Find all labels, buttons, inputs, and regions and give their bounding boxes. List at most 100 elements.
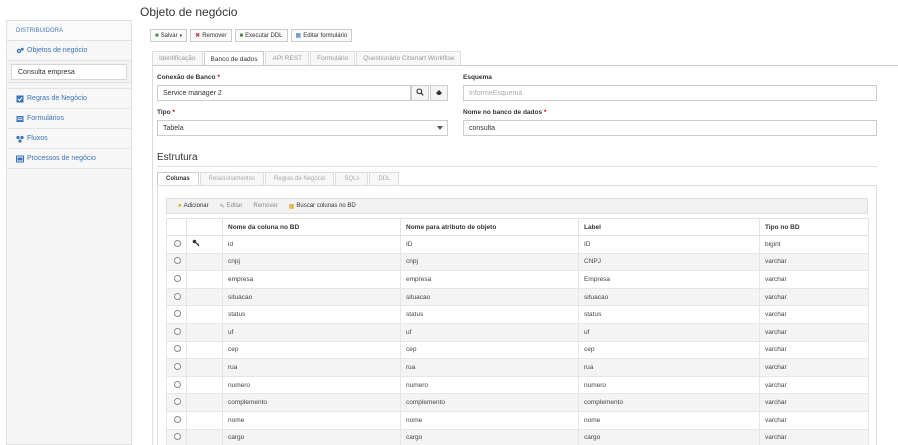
row-radio[interactable]: [174, 327, 181, 335]
row-radio[interactable]: [174, 310, 181, 318]
table-row[interactable]: cep cep cep varchar: [166, 340, 869, 360]
columns-table: Nome da coluna no BD Nome para atributo …: [166, 218, 869, 445]
table-row[interactable]: complemento complemento complemento varchar: [166, 393, 869, 412]
save-button[interactable]: ■ Salvar ▾: [150, 29, 188, 42]
row-radio[interactable]: [174, 433, 181, 441]
chevron-down-icon: ▾: [179, 32, 183, 39]
add-label: Adicionar: [183, 203, 209, 209]
type-select[interactable]: Tabela: [157, 120, 448, 136]
column-header: Tipo no BD: [759, 218, 869, 236]
subtab-sqls[interactable]: SQLs: [335, 172, 369, 185]
row-radio[interactable]: [174, 398, 181, 406]
cell-attr: nome: [400, 410, 579, 430]
add-column-button[interactable]: ● Adicionar: [175, 200, 212, 212]
row-select-cell: [166, 252, 187, 272]
cell-label: complemento: [578, 393, 760, 412]
cell-attr: cnpj: [400, 252, 579, 272]
search-icon: [416, 88, 424, 98]
table-row[interactable]: situacao situacao situacao varchar: [166, 287, 869, 307]
plus-circle-icon: ●: [178, 203, 182, 209]
execute-ddl-button[interactable]: ■ Executar DDL: [234, 29, 288, 42]
table-row[interactable]: empresa empresa Empresa varchar: [166, 270, 869, 289]
required-mark: *: [172, 109, 175, 116]
connection-input[interactable]: Service manager 2: [157, 85, 411, 101]
row-select-cell: [166, 358, 187, 377]
row-radio[interactable]: [174, 362, 181, 370]
search-connection-button[interactable]: [411, 85, 429, 101]
connection-label-text: Conexão de Banco: [157, 74, 216, 81]
table-row[interactable]: uf uf uf varchar: [166, 322, 869, 342]
row-select-cell: [166, 270, 187, 289]
tab-api-rest[interactable]: API REST: [265, 51, 310, 65]
column-header: Label: [578, 218, 760, 236]
cell-label: ID: [578, 235, 760, 254]
cell-attr: complemento: [400, 393, 579, 412]
selected-object[interactable]: Consulta empresa: [11, 64, 127, 80]
dbname-input[interactable]: consulta: [463, 120, 877, 136]
row-radio[interactable]: [174, 292, 181, 300]
tab-banco-de-dados[interactable]: Banco de dados: [203, 51, 265, 66]
row-key-cell: [186, 322, 223, 342]
subtab-relacionamentos[interactable]: Relacionamentos: [199, 172, 265, 185]
row-radio[interactable]: [174, 239, 181, 247]
subtab-regras[interactable]: Regras de Negócio: [265, 172, 335, 185]
remove-column-button[interactable]: Remover: [250, 200, 280, 212]
sidebar-item-formularios[interactable]: Formulários: [7, 109, 131, 129]
sidebar-item-fluxos[interactable]: Fluxos: [7, 129, 131, 149]
tab-formulario[interactable]: Formulário: [310, 51, 356, 65]
clear-connection-button[interactable]: [430, 85, 448, 101]
row-select-cell: [166, 287, 187, 307]
tab-questionario[interactable]: Questionário Citsmart Workflow: [356, 51, 462, 65]
fetch-columns-button[interactable]: ▦ Buscar colunas no BD: [286, 200, 359, 212]
row-select-cell: [166, 305, 187, 324]
row-key-cell: [186, 358, 223, 377]
edit-form-label: Editar formulário: [303, 32, 348, 39]
table-row[interactable]: numero numero numero varchar: [166, 375, 869, 395]
toolbar: ■ Salvar ▾ ✖ Remover ■ Executar DDL ▦ Ed…: [150, 29, 353, 42]
row-select-cell: [166, 375, 187, 395]
row-radio[interactable]: [174, 274, 181, 282]
tab-identificacao[interactable]: Identificação: [152, 51, 203, 65]
row-key-cell: [186, 375, 223, 395]
cell-label: CNPJ: [578, 252, 760, 272]
cell-attr: empresa: [400, 270, 579, 289]
cogs-icon: [16, 47, 24, 55]
subtab-ddl[interactable]: DDL: [369, 172, 400, 185]
row-select-cell: [166, 410, 187, 430]
dbname-label-text: Nome no banco de dados: [463, 109, 543, 116]
cell-type: varchar: [759, 358, 869, 377]
row-radio[interactable]: [174, 380, 181, 388]
cell-attr: uf: [400, 322, 579, 342]
row-select-cell: [166, 322, 187, 342]
row-radio[interactable]: [174, 415, 181, 423]
row-radio[interactable]: [174, 345, 181, 353]
cell-col: situacao: [222, 287, 401, 307]
required-mark: *: [543, 109, 547, 116]
save-label: Salvar: [160, 32, 178, 39]
sidebar-item-regras[interactable]: Regras de Negócio: [7, 89, 131, 109]
cell-type: varchar: [759, 428, 869, 445]
sidebar-item-processos[interactable]: Processos de negócio: [7, 149, 131, 169]
structure-title: Estrutura: [157, 152, 198, 163]
table-row[interactable]: nome nome nome varchar: [166, 410, 869, 430]
table-row[interactable]: status status status varchar: [166, 305, 869, 324]
sidebar-item-label: Processos de negócio: [27, 155, 96, 162]
process-icon: [16, 155, 24, 163]
remove-button[interactable]: ✖ Remover: [190, 29, 232, 42]
column-header: Nome para atributo de objeto: [400, 218, 579, 236]
table-row[interactable]: cargo cargo cargo varchar: [166, 428, 869, 445]
cell-type: varchar: [759, 375, 869, 395]
subtab-colunas[interactable]: Colunas: [157, 172, 199, 185]
schema-input[interactable]: InformeEsquema: [463, 85, 877, 101]
row-radio[interactable]: [174, 257, 181, 265]
table-row[interactable]: cnpj cnpj CNPJ varchar: [166, 252, 869, 272]
table-row[interactable]: rua rua rua varchar: [166, 358, 869, 377]
edit-column-button[interactable]: ✎ Editar: [217, 200, 246, 212]
save-icon: ■: [155, 32, 159, 39]
cell-attr: cep: [400, 340, 579, 360]
sidebar-item-objetos[interactable]: Objetos de negócio: [7, 41, 131, 61]
form-icon: [16, 115, 24, 123]
schema-label: Esquema: [463, 74, 492, 81]
table-row[interactable]: id ID ID bigint: [166, 235, 869, 254]
edit-form-button[interactable]: ▦ Editar formulário: [290, 29, 353, 42]
